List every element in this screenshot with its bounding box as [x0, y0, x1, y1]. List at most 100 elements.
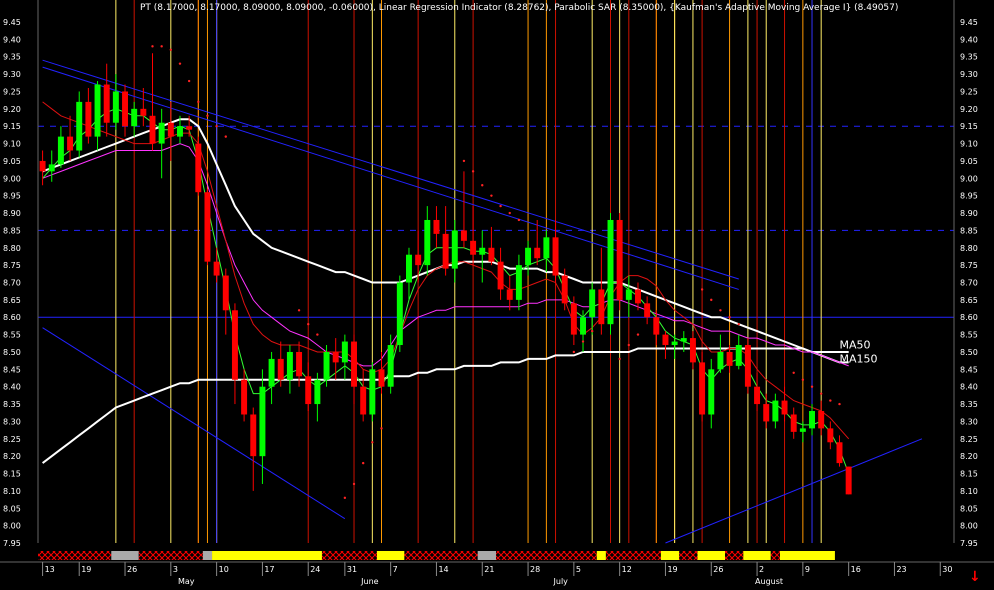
candle-body	[625, 289, 632, 300]
candle-body	[580, 317, 586, 335]
candle-body	[689, 338, 696, 363]
candle-body	[369, 369, 376, 415]
candle-body	[589, 289, 596, 318]
scroll-down-arrow-icon[interactable]: ↓	[969, 569, 981, 585]
candle-body	[231, 310, 238, 380]
candle-body	[406, 254, 412, 283]
x-day-label: 10	[219, 565, 229, 574]
x-day-label: 19	[667, 565, 677, 574]
signal-bar-segment	[496, 551, 597, 560]
sar-dot	[160, 45, 163, 48]
ma-annotation: MA50	[840, 338, 871, 351]
candle-body	[259, 386, 266, 457]
x-day-label: 26	[713, 565, 723, 574]
sar-dot	[819, 392, 823, 395]
candle-body	[94, 84, 101, 137]
y-tick-label-left: 7.95	[3, 539, 21, 548]
candle-body	[213, 261, 220, 276]
candle-body	[790, 414, 797, 432]
sar-dot	[499, 204, 502, 208]
sar-dot	[206, 114, 209, 117]
y-tick-label-left: 8.50	[3, 348, 21, 357]
signal-bar-segment	[321, 551, 377, 560]
y-tick-label-left: 8.85	[3, 226, 21, 235]
candle-body	[653, 317, 660, 335]
y-tick-label-left: 8.80	[3, 244, 21, 253]
candle-body	[644, 303, 651, 318]
sar-dot	[508, 211, 511, 215]
candle-body	[186, 126, 193, 130]
candle-body	[387, 345, 394, 387]
candle-body	[351, 341, 357, 387]
candle-body	[680, 338, 687, 342]
y-tick-label-left: 9.00	[3, 174, 21, 183]
candle-body	[836, 442, 843, 464]
price-chart[interactable]: 9.45 9.45 9.40 9.40 9.35 9.35 9.30 9.30 9.25 9.25…	[0, 0, 994, 586]
candle-body	[799, 428, 806, 432]
signal-bar-segment	[725, 551, 744, 560]
x-day-label: 17	[264, 565, 274, 574]
y-tick-label-right: 8.20	[960, 452, 978, 461]
sar-dot	[581, 340, 585, 343]
y-tick-label-right: 8.85	[960, 226, 978, 235]
candle-body	[515, 265, 522, 300]
y-tick-label-right: 8.95	[960, 192, 978, 201]
y-tick-label-left: 8.95	[3, 192, 21, 201]
x-day-label: 12	[622, 565, 632, 574]
candle-body	[442, 233, 449, 269]
y-tick-label-right: 9.45	[960, 18, 978, 27]
signal-bar-segment	[138, 551, 203, 560]
candle-body	[708, 369, 715, 415]
chart-title: PT (8.17000, 8.17000, 8.09000, 8.09000, …	[140, 3, 898, 13]
y-tick-label-right: 8.55	[960, 331, 978, 340]
y-tick-label-left: 8.35	[3, 400, 21, 409]
signal-bar-segment	[404, 551, 478, 560]
x-day-label: 14	[438, 565, 448, 574]
y-tick-label-left: 8.45	[3, 365, 21, 374]
sar-dot	[838, 402, 841, 406]
candle-body	[314, 379, 321, 405]
signal-bar-segment	[376, 551, 405, 560]
y-tick-label-left: 9.35	[3, 53, 21, 62]
candle-body	[396, 282, 403, 346]
y-tick-label-right: 7.95	[960, 539, 978, 548]
y-tick-label-left: 9.45	[3, 18, 21, 27]
y-tick-label-right: 8.35	[960, 400, 978, 409]
candle-body	[662, 334, 669, 346]
signal-bar-segment	[770, 551, 780, 560]
sar-dot	[169, 48, 173, 51]
y-tick-label-right: 8.65	[960, 296, 978, 305]
candle-body	[140, 108, 147, 116]
x-day-label: 5	[576, 565, 581, 574]
y-tick-label-right: 8.10	[960, 487, 978, 496]
candle-body	[497, 261, 504, 290]
y-tick-label-right: 8.15	[960, 470, 978, 479]
y-tick-label-left: 8.30	[3, 417, 21, 426]
y-tick-label-left: 9.10	[3, 140, 21, 149]
sar-dot	[590, 329, 594, 333]
y-tick-label-left: 9.20	[3, 105, 21, 114]
candle-body	[296, 351, 303, 377]
candle-body	[103, 84, 110, 123]
x-day-label: 7	[393, 565, 398, 574]
y-tick-label-left: 8.70	[3, 279, 21, 288]
sar-dot	[297, 309, 301, 312]
candle-body	[323, 351, 330, 380]
candle-body	[552, 237, 559, 276]
candle-body	[717, 351, 724, 370]
y-tick-label-left: 9.30	[3, 70, 21, 79]
sar-dot	[517, 218, 521, 222]
candle-body	[195, 143, 202, 193]
y-tick-label-right: 9.35	[960, 53, 978, 62]
candle-body	[616, 219, 623, 300]
y-tick-label-right: 8.90	[960, 209, 978, 218]
signal-bar-segment	[38, 551, 112, 560]
candle-body	[543, 237, 550, 259]
sar-dot	[710, 298, 713, 302]
candle-body	[699, 362, 706, 415]
signal-bar-segment	[202, 551, 213, 560]
y-tick-label-right: 8.60	[960, 313, 978, 322]
candle-body	[241, 379, 248, 415]
x-month-label: May	[178, 577, 195, 586]
signal-bar-segment	[697, 551, 725, 560]
